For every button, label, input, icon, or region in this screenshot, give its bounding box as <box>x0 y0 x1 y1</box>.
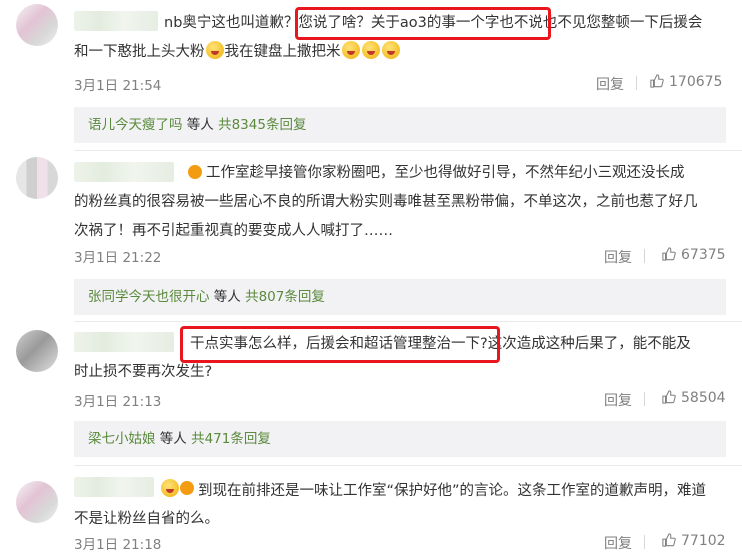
sub-replies-box[interactable]: 梁七小姑娘 等人 共471条回复 <box>74 421 726 457</box>
username-mosaic[interactable] <box>74 477 154 497</box>
red-highlight-box <box>295 7 551 40</box>
comment-text-line-2: 和一下憨批上头大粉 我在键盘上撒把米 <box>74 40 401 61</box>
like-count: 170675 <box>669 74 723 90</box>
like-button[interactable]: 67375 <box>662 247 726 263</box>
like-count: 67375 <box>681 247 726 263</box>
reply-count-link[interactable]: 共471条回复 <box>191 431 271 447</box>
like-count: 58504 <box>681 390 726 406</box>
reply-button[interactable]: 回复 <box>604 390 632 410</box>
divider <box>74 465 742 466</box>
comment-text-line-1: 到现在前排还是一味让工作室“保护好他”的言论。这条工作室的道歉声明，难道 <box>198 483 707 499</box>
timestamp: 3月1日 21:22 <box>74 250 162 266</box>
reply-user-link[interactable]: 语儿今天瘦了吗 <box>88 117 183 133</box>
divider <box>74 321 742 322</box>
username-mosaic[interactable] <box>74 332 174 352</box>
timestamp: 3月1日 21:18 <box>74 537 162 553</box>
sub-replies-box[interactable]: 语儿今天瘦了吗 等人 共8345条回复 <box>74 107 726 143</box>
comment-text-line-2: 的粉丝真的很容易被一些居心不良的所谓大粉实则毒唯甚至黑粉带偏，不单这次，之前也惹… <box>74 194 698 210</box>
face-emoji-icon <box>205 41 224 59</box>
sub-replies-box[interactable]: 张同学今天也很开心 等人 共807条回复 <box>74 279 726 315</box>
thumbs-up-icon <box>662 533 676 547</box>
divider <box>644 392 645 406</box>
badge-icon <box>180 481 194 495</box>
avatar[interactable] <box>16 157 58 199</box>
reply-user-link[interactable]: 梁七小姑娘 <box>88 431 156 447</box>
comment-text-line-2: 不是让粉丝自省的么。 <box>74 511 219 527</box>
like-count: 77102 <box>681 533 726 549</box>
thumbs-up-icon <box>662 390 676 404</box>
username-mosaic[interactable] <box>74 162 174 182</box>
avatar[interactable] <box>16 330 58 372</box>
like-button[interactable]: 77102 <box>662 533 726 549</box>
face-emoji-icon <box>361 41 380 59</box>
reply-button[interactable]: 回复 <box>604 247 632 267</box>
like-button[interactable]: 58504 <box>662 390 726 406</box>
reply-button[interactable]: 回复 <box>596 74 624 94</box>
divider <box>636 76 637 90</box>
username-mosaic[interactable] <box>74 11 158 31</box>
face-emoji-icon <box>341 41 360 59</box>
divider <box>644 249 645 263</box>
avatar[interactable] <box>16 481 58 523</box>
timestamp: 3月1日 21:54 <box>74 78 162 94</box>
thumbs-up-icon <box>650 74 664 88</box>
reply-count-link[interactable]: 共8345条回复 <box>218 117 306 133</box>
like-button[interactable]: 170675 <box>650 74 722 90</box>
avatar[interactable] <box>16 4 58 46</box>
reply-user-link[interactable]: 张同学今天也很开心 <box>88 289 210 305</box>
badge-icon <box>188 165 202 179</box>
timestamp: 3月1日 21:13 <box>74 394 162 410</box>
face-emoji-icon <box>381 41 400 59</box>
thumbs-up-icon <box>662 247 676 261</box>
username-suffix[interactable]: nb奥宁 <box>164 15 211 31</box>
reply-button[interactable]: 回复 <box>604 533 632 553</box>
comment-text-line-1: 工作室趁早接管你家粉圈吧，至少也得做好引导，不然年纪小三观还没长成 <box>206 165 685 181</box>
divider <box>644 535 645 549</box>
comment-text-line-2: 时止损不要再次发生? <box>74 364 213 380</box>
comment-text-line-3: 次祸了！再不引起重视真的要变成人人喊打了…… <box>74 223 393 239</box>
divider <box>74 150 742 151</box>
red-highlight-box <box>180 326 500 363</box>
reply-count-link[interactable]: 共807条回复 <box>245 289 325 305</box>
face-emoji-icon <box>161 479 179 497</box>
